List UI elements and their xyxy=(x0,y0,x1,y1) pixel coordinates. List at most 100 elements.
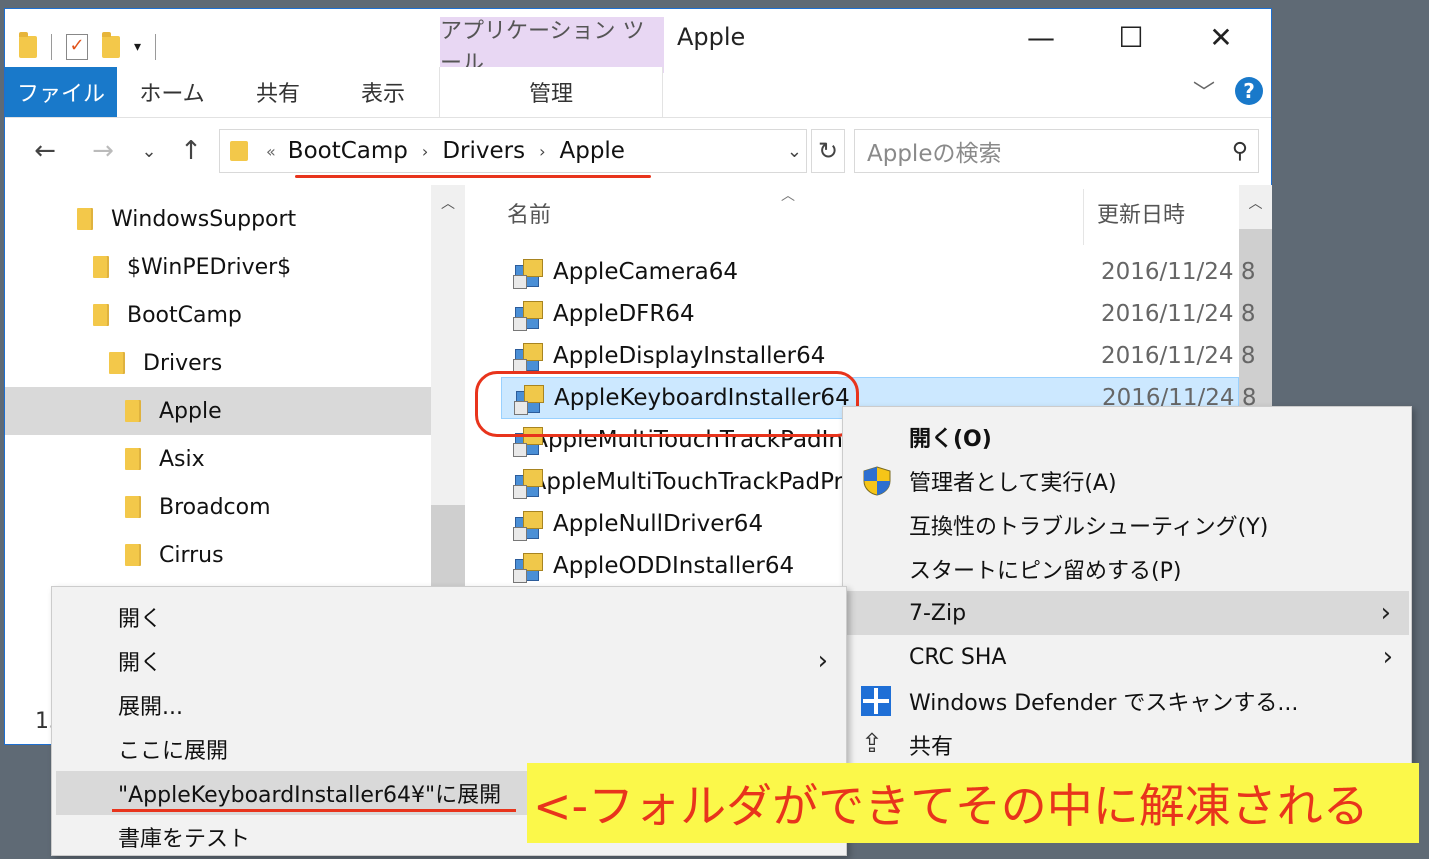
ribbon-tabs: ファイル ホーム 共有 表示 管理 ﹀ ? xyxy=(5,67,1271,118)
minimize-button[interactable]: — xyxy=(997,15,1085,59)
nav-item-label: Asix xyxy=(159,446,205,472)
column-header-name[interactable]: 名前 xyxy=(507,197,551,229)
file-row[interactable]: AppleNullDriver64 xyxy=(501,503,843,545)
folder-icon xyxy=(125,544,139,566)
file-row[interactable]: AppleCamera64 2016/11/24 8 xyxy=(501,251,1256,293)
nav-item-apple[interactable]: Apple xyxy=(5,387,431,435)
quick-access-toolbar: ✓ ▾ xyxy=(19,27,157,67)
tab-file[interactable]: ファイル xyxy=(5,67,117,117)
menu-item-share[interactable]: ⇪ 共有 xyxy=(843,723,1411,767)
nav-item-label: Broadcom xyxy=(159,494,271,520)
defender-icon xyxy=(861,686,891,716)
nav-item-drivers[interactable]: Drivers xyxy=(5,339,431,387)
file-name: AppleMultiTouchTrackPadPr xyxy=(530,469,843,495)
forward-arrow-icon[interactable]: → xyxy=(83,129,123,173)
menu-item-open[interactable]: 開く(O) xyxy=(843,415,1411,459)
properties-icon[interactable]: ✓ xyxy=(66,34,88,60)
menu-item-crc-sha[interactable]: CRC SHA › xyxy=(843,635,1411,679)
nav-item-broadcom[interactable]: Broadcom xyxy=(5,483,431,531)
menu-item-troubleshoot-compatibility[interactable]: 互換性のトラブルシューティング(Y) xyxy=(843,503,1411,547)
scroll-up-icon[interactable]: ︿ xyxy=(431,193,465,213)
nav-item-label: Cirrus xyxy=(159,542,224,568)
menu-item-label: Windows Defender でスキャンする... xyxy=(909,691,1299,716)
installer-icon xyxy=(513,509,543,541)
file-name: AppleODDInstaller64 xyxy=(553,553,795,579)
menu-item-pin-to-start[interactable]: スタートにピン留めする(P) xyxy=(843,547,1411,591)
menu-item-7zip[interactable]: 7-Zip › xyxy=(847,591,1409,635)
chevron-down-icon[interactable]: ⌄ xyxy=(787,141,802,162)
column-header-date[interactable]: 更新日時 xyxy=(1097,197,1185,229)
menu-item-label: 7-Zip xyxy=(909,600,967,626)
window-title: Apple xyxy=(677,23,746,51)
submenu-arrow-icon: › xyxy=(817,646,828,676)
file-name: AppleCamera64 xyxy=(553,259,738,285)
new-folder-icon[interactable] xyxy=(102,32,120,58)
file-name: AppleDFR64 xyxy=(553,301,695,327)
help-button[interactable]: ? xyxy=(1235,77,1263,105)
menu-item-label: 管理者として実行(A) xyxy=(909,471,1117,496)
context-menu: 開く(O) 管理者として実行(A) 互換性のトラブルシューティング(Y) スター… xyxy=(842,406,1412,768)
file-name: AppleDisplayInstaller64 xyxy=(553,343,826,369)
search-input[interactable]: Appleの検索 ⚲ xyxy=(854,129,1259,173)
tab-share[interactable]: 共有 xyxy=(227,67,329,117)
nav-item-label: $WinPEDriver$ xyxy=(127,254,292,280)
nav-item-cirrus[interactable]: Cirrus xyxy=(5,531,431,579)
installer-icon xyxy=(513,257,543,289)
extract-underline-annotation xyxy=(112,809,516,812)
file-row[interactable]: AppleODDInstaller64 xyxy=(501,545,843,587)
nav-item-asix[interactable]: Asix xyxy=(5,435,431,483)
column-divider[interactable] xyxy=(1083,189,1084,245)
selection-highlight-annotation xyxy=(475,371,859,437)
nav-item-label: Apple xyxy=(159,398,222,424)
folder-icon xyxy=(230,141,248,161)
maximize-button[interactable]: ☐ xyxy=(1087,15,1175,59)
address-underline-annotation xyxy=(295,175,651,178)
breadcrumb-overflow[interactable]: « xyxy=(266,142,276,161)
sort-ascending-icon: ︿ xyxy=(781,188,795,204)
breadcrumb-apple[interactable]: Apple xyxy=(559,138,624,164)
folder-icon xyxy=(77,208,91,230)
tab-home[interactable]: ホーム xyxy=(117,67,227,117)
folder-icon xyxy=(109,352,123,374)
tab-view[interactable]: 表示 xyxy=(329,67,437,117)
chevron-right-icon[interactable]: › xyxy=(539,142,545,161)
folder-icon xyxy=(125,448,139,470)
recent-locations-icon[interactable]: ⌄ xyxy=(135,129,163,173)
folder-icon[interactable] xyxy=(19,32,37,58)
nav-item-bootcamp[interactable]: BootCamp xyxy=(5,291,431,339)
address-bar[interactable]: « BootCamp › Drivers › Apple ⌄ xyxy=(219,129,807,173)
close-button[interactable]: ✕ xyxy=(1177,15,1265,59)
refresh-icon[interactable]: ↻ xyxy=(811,129,845,173)
file-row[interactable]: AppleMultiTouchTrackPadPr xyxy=(501,461,843,503)
up-arrow-icon[interactable]: ↑ xyxy=(171,129,211,173)
installer-icon xyxy=(513,551,543,583)
qat-separator xyxy=(155,34,157,60)
file-date: 2016/11/24 8 xyxy=(1101,301,1256,327)
annotation-callout: <-フォルダができてその中に解凍される xyxy=(527,763,1419,843)
customize-dropdown-icon[interactable]: ▾ xyxy=(134,39,141,55)
installer-icon xyxy=(513,341,543,373)
nav-item-label: WindowsSupport xyxy=(111,206,297,232)
file-date: 2016/11/24 8 xyxy=(1101,343,1256,369)
submenu-item-open-as[interactable]: 開く › xyxy=(52,639,846,683)
submenu-item-extract-files[interactable]: 展開... xyxy=(52,683,846,727)
menu-item-run-as-admin[interactable]: 管理者として実行(A) xyxy=(843,459,1411,503)
contextual-tab-header: アプリケーション ツール xyxy=(440,17,664,76)
chevron-right-icon[interactable]: › xyxy=(422,142,428,161)
tab-manage[interactable]: 管理 xyxy=(439,67,663,117)
breadcrumb-bootcamp[interactable]: BootCamp xyxy=(288,138,408,164)
file-row[interactable]: AppleDFR64 2016/11/24 8 xyxy=(501,293,1256,335)
uac-shield-icon xyxy=(863,466,891,496)
nav-item-windowssupport[interactable]: WindowsSupport xyxy=(5,195,431,243)
nav-scrollbar[interactable]: ︿ xyxy=(431,185,465,605)
menu-item-defender-scan[interactable]: Windows Defender でスキャンする... xyxy=(843,679,1411,723)
submenu-arrow-icon: › xyxy=(1380,598,1391,628)
scroll-up-icon[interactable]: ︿ xyxy=(1239,193,1272,213)
back-arrow-icon[interactable]: ← xyxy=(25,129,65,173)
menu-item-label: CRC SHA xyxy=(909,644,1007,670)
breadcrumb-drivers[interactable]: Drivers xyxy=(442,138,525,164)
ribbon-expand-icon[interactable]: ﹀ xyxy=(1193,75,1215,107)
qat-separator xyxy=(51,34,52,60)
nav-item-winpedriver[interactable]: $WinPEDriver$ xyxy=(5,243,431,291)
submenu-item-open[interactable]: 開く xyxy=(52,595,846,639)
